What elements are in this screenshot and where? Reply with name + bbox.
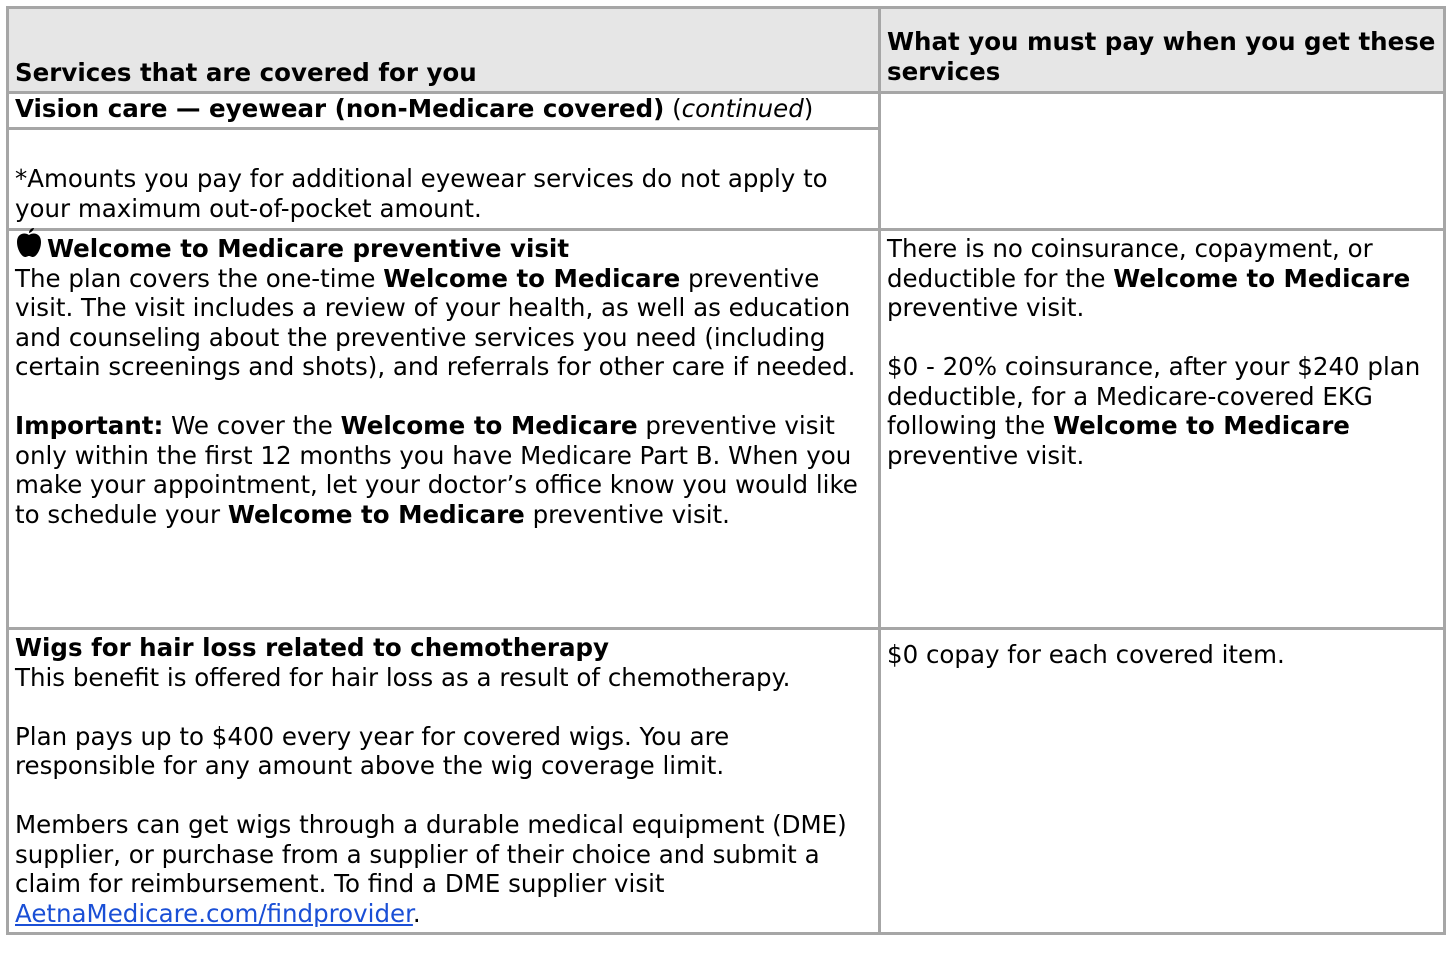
wigs-paragraph-1: This benefit is offered for hair loss as…: [15, 662, 791, 692]
header-services: Services that are covered for you: [6, 6, 881, 94]
welcome-paragraph-1: The plan covers the one-time Welcome to …: [15, 263, 856, 382]
vision-paren-close: ): [803, 94, 814, 123]
vision-continued: continued: [681, 94, 804, 123]
wigs-payment-cell: $0 copay for each covered item.: [878, 627, 1446, 935]
vision-title-cell: Vision care — eyewear (non-Medicare cove…: [6, 91, 881, 130]
welcome-title: Welcome to Medicare preventive visit: [47, 234, 570, 263]
welcome-payment-2: $0 - 20% coinsurance, after your $240 pl…: [887, 352, 1421, 470]
welcome-payment-cell: There is no coinsurance, copayment, or d…: [878, 228, 1446, 630]
header-payment: What you must pay when you get these ser…: [878, 6, 1446, 94]
vision-note: *Amounts you pay for additional eyewear …: [15, 164, 828, 223]
find-provider-link[interactable]: AetnaMedicare.com/findprovider: [15, 899, 413, 928]
welcome-payment-1: There is no coinsurance, copayment, or d…: [887, 234, 1411, 322]
vision-payment-cell: [878, 91, 1446, 231]
welcome-paragraph-2: Important: We cover the Welcome to Medic…: [15, 411, 858, 529]
welcome-services-cell: Welcome to Medicare preventive visit The…: [6, 228, 881, 630]
wigs-paragraph-3: Members can get wigs through a durable m…: [15, 810, 847, 928]
table-header-row: Services that are covered for you What y…: [6, 6, 1446, 94]
table-row-vision-title: Vision care — eyewear (non-Medicare cove…: [6, 91, 1446, 231]
wigs-paragraph-2: Plan pays up to $400 every year for cove…: [15, 721, 730, 781]
vision-paren-open: (: [664, 94, 682, 123]
benefits-table: Services that are covered for you What y…: [6, 6, 1446, 935]
wigs-payment: $0 copay for each covered item.: [887, 640, 1285, 669]
vision-title: Vision care — eyewear (non-Medicare cove…: [15, 94, 665, 123]
vision-note-cell: *Amounts you pay for additional eyewear …: [6, 127, 881, 231]
apple-icon: [15, 228, 43, 259]
table-row-wigs: Wigs for hair loss related to chemothera…: [6, 627, 1446, 935]
table-row-welcome: Welcome to Medicare preventive visit The…: [6, 228, 1446, 630]
wigs-title: Wigs for hair loss related to chemothera…: [15, 633, 610, 662]
wigs-services-cell: Wigs for hair loss related to chemothera…: [6, 627, 881, 935]
